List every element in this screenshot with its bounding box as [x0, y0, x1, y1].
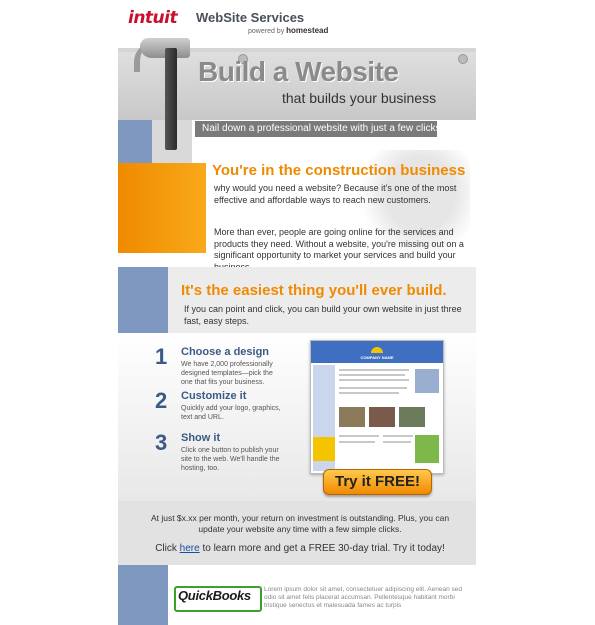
preview-house-image: [415, 369, 439, 393]
intuit-logo: intuit: [128, 8, 178, 28]
step-desc: Quickly add your logo, graphics, text an…: [181, 405, 281, 421]
preview-image: [399, 407, 425, 427]
tagline: Nail down a professional website with ju…: [202, 123, 441, 134]
learn-more-link[interactable]: here: [180, 543, 200, 554]
hero-title: Build a Website: [198, 56, 399, 87]
preview-image: [369, 407, 395, 427]
price-text: At just $x.xx per month, your return on …: [150, 513, 450, 534]
preview-image: [339, 407, 365, 427]
step-number: 1: [155, 344, 168, 369]
construction-heading: You're in the construction business: [212, 162, 466, 179]
product-name: WebSite Services: [196, 10, 305, 25]
screw-icon: [458, 54, 468, 64]
preview-text-line: [339, 435, 379, 437]
step-title: Choose a design: [181, 346, 270, 358]
template-preview: COMPANY NAME: [310, 340, 444, 474]
easiest-heading: It's the easiest thing you'll ever build…: [181, 282, 447, 299]
preview-text-line: [339, 441, 375, 443]
blue-strip: [118, 120, 152, 164]
step-title: Customize it: [181, 390, 247, 402]
try-it-free-button[interactable]: Try it FREE!: [323, 469, 432, 495]
step-desc: Click one button to publish your site to…: [181, 447, 280, 472]
sun-icon: [371, 347, 383, 353]
preview-text-line: [339, 379, 409, 381]
preview-text-line: [339, 374, 405, 376]
hero-subtitle: that builds your business: [282, 90, 437, 106]
step-number: 2: [155, 388, 168, 413]
step-title: Show it: [181, 432, 221, 444]
construction-text-1: why would you need a website? Because it…: [214, 183, 457, 205]
step-desc: We have 2,000 professionally designed te…: [181, 361, 273, 386]
blue-strip: [118, 267, 168, 333]
step-number: 3: [155, 430, 168, 455]
preview-company-name: COMPANY NAME: [360, 355, 394, 360]
preview-callout: [313, 437, 335, 461]
preview-image: [415, 435, 439, 463]
trial-text: Click here to learn more and get a FREE …: [155, 543, 445, 554]
preview-text-line: [339, 369, 409, 371]
quickbooks-logo-text: QuickBooks: [178, 588, 251, 603]
powered-by: powered by homestead: [248, 26, 329, 35]
footer-text: Lorem ipsum dolor sit amet, consectetuer…: [264, 586, 462, 609]
blue-strip: [118, 565, 168, 625]
preview-text-line: [339, 387, 407, 389]
orange-block: [118, 163, 206, 253]
easiest-text: If you can point and click, you can buil…: [184, 304, 462, 326]
preview-text-line: [383, 435, 413, 437]
preview-text-line: [383, 441, 411, 443]
hammer-handle: [165, 48, 177, 150]
preview-text-line: [339, 392, 399, 394]
